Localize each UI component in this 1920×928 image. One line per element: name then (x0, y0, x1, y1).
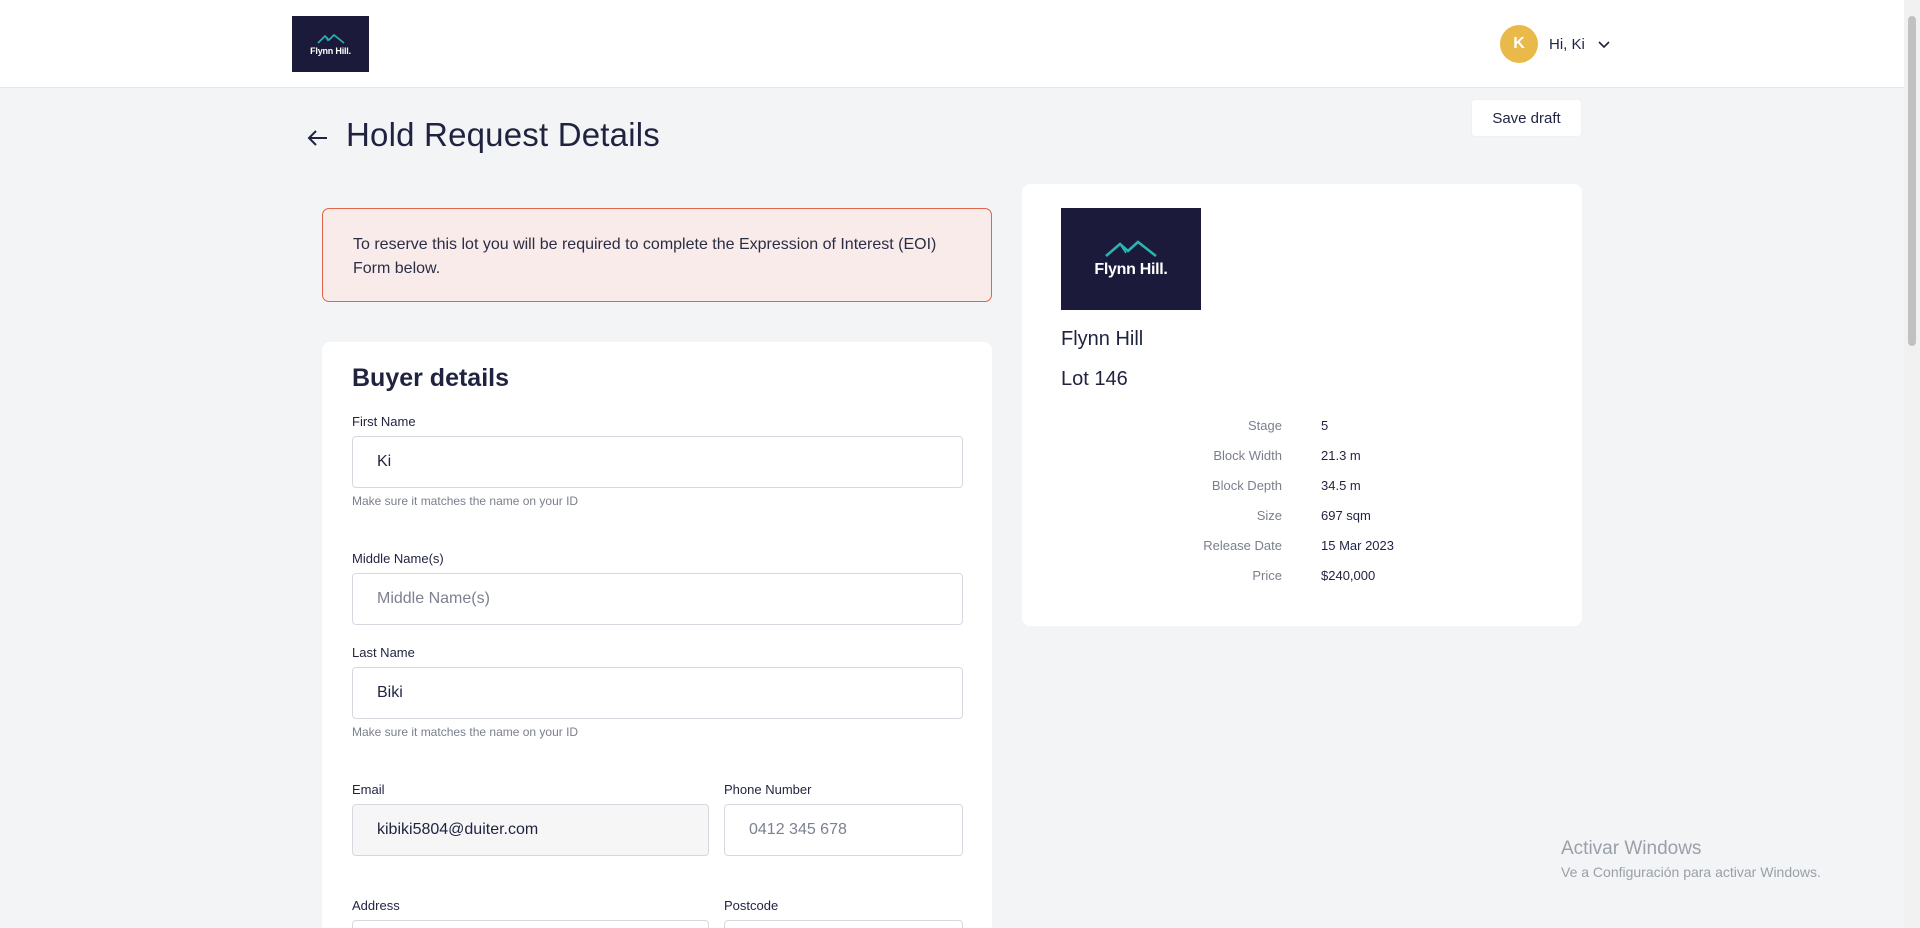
last-name-input[interactable] (352, 667, 963, 719)
detail-row-price: Price $240,000 (1022, 568, 1582, 588)
address-label: Address (352, 898, 400, 913)
detail-label: Stage (1248, 418, 1282, 433)
first-name-input[interactable] (352, 436, 963, 488)
user-menu[interactable]: K Hi, Ki (1500, 25, 1611, 63)
email-label: Email (352, 782, 385, 797)
user-greeting: Hi, Ki (1549, 35, 1585, 53)
detail-label: Price (1252, 568, 1282, 583)
middle-name-label: Middle Name(s) (352, 551, 444, 566)
estate-logo: Flynn Hill. (1061, 208, 1201, 310)
logo-text: Flynn Hill. (1094, 261, 1168, 278)
detail-value: 34.5 m (1321, 478, 1361, 493)
first-name-hint: Make sure it matches the name on your ID (352, 494, 579, 508)
detail-row-block-width: Block Width 21.3 m (1022, 448, 1582, 468)
postcode-label: Postcode (724, 898, 779, 913)
top-navbar: Flynn Hill. K Hi, Ki (0, 0, 1904, 88)
detail-value: 21.3 m (1321, 448, 1361, 463)
section-title: Buyer details (352, 364, 510, 392)
mountain-icon (1105, 240, 1157, 258)
postcode-input[interactable] (724, 920, 963, 928)
first-name-label: First Name (352, 414, 416, 429)
detail-label: Block Depth (1211, 478, 1282, 493)
detail-label: Release Date (1203, 538, 1282, 553)
detail-row-stage: Stage 5 (1022, 418, 1582, 438)
detail-row-release-date: Release Date 15 Mar 2023 (1022, 538, 1582, 558)
email-field[interactable] (352, 804, 709, 856)
detail-value: 15 Mar 2023 (1321, 538, 1394, 553)
arrow-left-icon (307, 130, 327, 146)
flynn-hill-logo[interactable]: Flynn Hill. (292, 16, 369, 72)
mountain-icon (316, 33, 344, 44)
detail-row-size: Size 697 sqm (1022, 508, 1582, 528)
eoi-alert: To reserve this lot you will be required… (322, 208, 992, 302)
save-draft-button[interactable]: Save draft (1471, 99, 1582, 137)
windows-activation-title: Activar Windows (1561, 838, 1702, 859)
detail-label: Size (1256, 508, 1282, 523)
estate-name: Flynn Hill (1061, 328, 1144, 350)
last-name-label: Last Name (352, 645, 415, 660)
scrollbar-thumb[interactable] (1908, 16, 1916, 346)
detail-value: 5 (1321, 418, 1329, 433)
detail-value: 697 sqm (1321, 508, 1371, 523)
windows-activation-subtitle: Ve a Configuración para activar Windows. (1561, 864, 1821, 880)
avatar: K (1500, 25, 1538, 63)
lot-summary-card: Flynn Hill. Flynn Hill Lot 146 Stage 5 B… (1022, 184, 1582, 626)
chevron-down-icon[interactable] (1597, 37, 1611, 51)
page-title: Hold Request Details (346, 116, 660, 153)
middle-name-input[interactable] (352, 573, 963, 625)
logo-text: Flynn Hill. (310, 45, 351, 56)
phone-number-input[interactable] (724, 804, 963, 856)
last-name-hint: Make sure it matches the name on your ID (352, 725, 579, 739)
address-input[interactable] (352, 920, 709, 928)
phone-label: Phone Number (724, 782, 812, 797)
detail-label: Block Width (1213, 448, 1282, 463)
detail-value: $240,000 (1321, 568, 1376, 583)
back-button[interactable] (304, 124, 332, 152)
lot-name: Lot 146 (1061, 368, 1128, 390)
buyer-details-card: Buyer details First Name Make sure it ma… (322, 342, 992, 928)
detail-row-block-depth: Block Depth 34.5 m (1022, 478, 1582, 498)
page-scrollbar[interactable] (1904, 0, 1920, 928)
